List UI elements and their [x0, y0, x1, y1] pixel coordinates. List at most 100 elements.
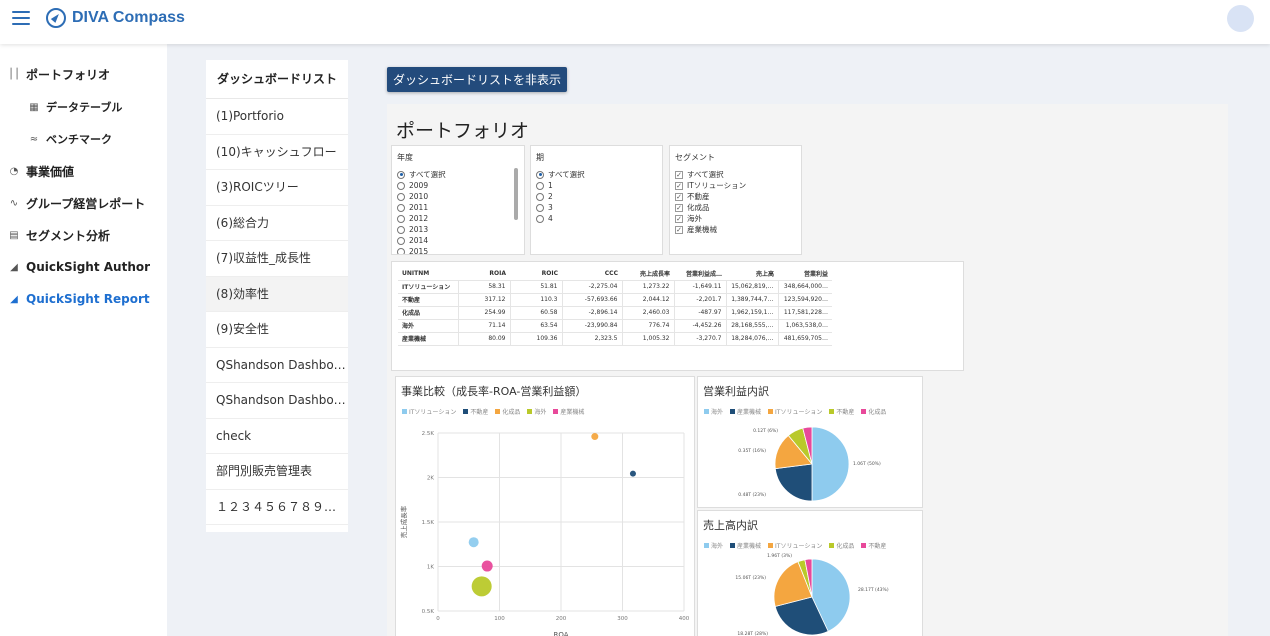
radio-button[interactable] [397, 236, 405, 245]
dashboard-list-item[interactable]: check [206, 419, 348, 454]
dashboard-list-item[interactable]: QShandson Dashbo… [206, 383, 348, 419]
dashboard-list-item[interactable]: (1)Portforio [206, 99, 348, 135]
checkbox[interactable]: ✓ [675, 181, 683, 190]
radio-button[interactable] [397, 192, 405, 201]
radio-option[interactable]: すべて選択 [397, 169, 519, 180]
top-bar: DIVA Compass [0, 0, 1270, 44]
x-tick-label: 200 [556, 616, 567, 622]
bar-chart-icon: ││ [8, 69, 21, 80]
table-row: 化成品 254.99 60.58 -2,896.14 2,460.03 -487… [398, 306, 832, 320]
scatter-point [629, 470, 636, 477]
radio-option[interactable]: 2009 [397, 180, 519, 191]
menu-icon[interactable] [12, 11, 30, 25]
column-header[interactable]: 売上成長率 [622, 267, 674, 281]
checkbox[interactable]: ✓ [675, 170, 683, 179]
kpi-table-card: UNITNM ROIA ROIC CCC 売上成長率 営業利益成… 売上高 営業… [391, 261, 964, 371]
filter-title: 年度 [397, 153, 413, 162]
checkbox-option[interactable]: ✓ 不動産 [675, 191, 796, 202]
scatter-chart-card: 事業比較（成長率-ROA-営業利益額） ITソリューション 不動産 化成品 海外… [395, 376, 695, 636]
radio-option[interactable]: 1 [536, 180, 657, 191]
sidebar-item-label: ポートフォリオ [26, 68, 111, 82]
x-tick-label: 100 [494, 616, 505, 622]
column-header[interactable]: ROIC [510, 267, 562, 281]
sidebar: ││ ポートフォリオ ▦ データテーブル ≈ ベンチマーク ◔ 事業価値 ∿ グ… [0, 44, 167, 636]
dashboard-list-item[interactable]: (8)効率性 [206, 276, 348, 312]
radio-button[interactable] [536, 192, 544, 201]
checkbox-option[interactable]: ✓ すべて選択 [675, 169, 796, 180]
radio-option[interactable]: 2014 [397, 235, 519, 246]
radio-button[interactable] [397, 225, 405, 234]
dashboard-list-item[interactable]: (7)収益性_成長性 [206, 241, 348, 277]
radio-option[interactable]: すべて選択 [536, 169, 657, 180]
table-header-row: UNITNM ROIA ROIC CCC 売上成長率 営業利益成… 売上高 営業… [398, 267, 832, 281]
radio-button[interactable] [397, 170, 405, 179]
y-tick-label: 1.5K [422, 520, 435, 526]
radio-button[interactable] [536, 170, 544, 179]
column-header[interactable]: 売上高 [726, 267, 778, 281]
column-header[interactable]: CCC [562, 267, 622, 281]
sales-pie-card: 売上高内訳 海外 産業機械 ITソリューション 化成品 不動産 28.17T (… [697, 510, 923, 636]
radio-option[interactable]: 2010 [397, 191, 519, 202]
checkbox[interactable]: ✓ [675, 192, 683, 201]
dashboard-list-item[interactable]: (10)キャッシュフロー [206, 135, 348, 170]
y-tick-label: 0.5K [422, 609, 435, 615]
sidebar-item-label: グループ経営レポート [26, 197, 146, 211]
checkbox[interactable]: ✓ [675, 214, 683, 223]
radio-option[interactable]: 3 [536, 202, 657, 213]
dashboard-list-item[interactable]: １２３４５６７８９… [206, 490, 348, 525]
radio-button[interactable] [397, 181, 405, 190]
sidebar-item-quicksight-report[interactable]: ◢ QuickSight Report [8, 292, 150, 306]
x-tick-label: 400 [679, 616, 690, 622]
pulse-icon: ∿ [9, 198, 19, 209]
app-logo[interactable]: DIVA Compass [46, 8, 185, 28]
column-header[interactable]: UNITNM [398, 267, 458, 281]
hide-dashboard-list-button[interactable]: ダッシュボードリストを非表示 [387, 67, 567, 92]
pie-data-label: 0.48T (23%) [738, 492, 766, 498]
sidebar-item-business-value[interactable]: ◔ 事業価値 [8, 163, 74, 180]
radio-button[interactable] [536, 214, 544, 223]
radio-button[interactable] [536, 203, 544, 212]
checkbox-option[interactable]: ✓ 化成品 [675, 202, 796, 213]
table-row: 不動産 317.12 110.3 -57,693.66 2,044.12 -2,… [398, 293, 832, 307]
checkbox[interactable]: ✓ [675, 225, 683, 234]
checkbox-option[interactable]: ✓ ITソリューション [675, 180, 796, 191]
sidebar-item-portfolio[interactable]: ││ ポートフォリオ [8, 66, 110, 83]
sidebar-item-benchmark[interactable]: ≈ ベンチマーク [28, 131, 112, 147]
dashboard-list-item[interactable]: QShandson Dashbo… [206, 348, 348, 383]
radio-button[interactable] [397, 214, 405, 223]
scrollbar[interactable] [514, 168, 518, 220]
segment-icon: ▤ [9, 230, 19, 241]
dashboard-list-item[interactable]: (6)総合力 [206, 206, 348, 241]
dashboard-list-item[interactable]: (9)安全性 [206, 312, 348, 348]
radio-option[interactable]: 2013 [397, 224, 519, 235]
column-header[interactable]: 営業利益 [778, 267, 832, 281]
radio-option[interactable]: 2012 [397, 213, 519, 224]
radio-option[interactable]: 2011 [397, 202, 519, 213]
checkbox-option[interactable]: ✓ 海外 [675, 213, 796, 224]
column-header[interactable]: ROIA [458, 267, 510, 281]
sidebar-item-quicksight-author[interactable]: ◢ QuickSight Author [8, 260, 150, 274]
radio-option[interactable]: 4 [536, 213, 657, 224]
checkbox-option[interactable]: ✓ 産業機械 [675, 224, 796, 235]
radio-option[interactable]: 2 [536, 191, 657, 202]
x-tick-label: 300 [617, 616, 628, 622]
radio-button[interactable] [397, 203, 405, 212]
radio-option[interactable]: 2015 [397, 246, 519, 254]
column-header[interactable]: 営業利益成… [674, 267, 726, 281]
sidebar-item-label: データテーブル [46, 101, 123, 114]
checkbox[interactable]: ✓ [675, 203, 683, 212]
sidebar-item-data-table[interactable]: ▦ データテーブル [28, 99, 122, 115]
sidebar-item-segment-analysis[interactable]: ▤ セグメント分析 [8, 227, 110, 244]
dashboard-list-item[interactable]: (3)ROICツリー [206, 170, 348, 206]
avatar[interactable] [1227, 5, 1254, 32]
sidebar-item-label: QuickSight Report [26, 292, 150, 306]
dashboard-list-item[interactable]: 部門別販売管理表 [206, 454, 348, 490]
area-chart-icon: ◢ [10, 293, 18, 305]
radio-button[interactable] [397, 247, 405, 254]
dashboard-list-panel: ダッシュボードリスト (1)Portforio (10)キャッシュフロー (3)… [206, 60, 348, 532]
pie-data-label: 15.06T (23%) [735, 575, 766, 581]
pie-slice [774, 463, 813, 502]
radio-button[interactable] [536, 181, 544, 190]
pie-slice [811, 426, 850, 502]
sidebar-item-group-report[interactable]: ∿ グループ経営レポート [8, 195, 145, 212]
